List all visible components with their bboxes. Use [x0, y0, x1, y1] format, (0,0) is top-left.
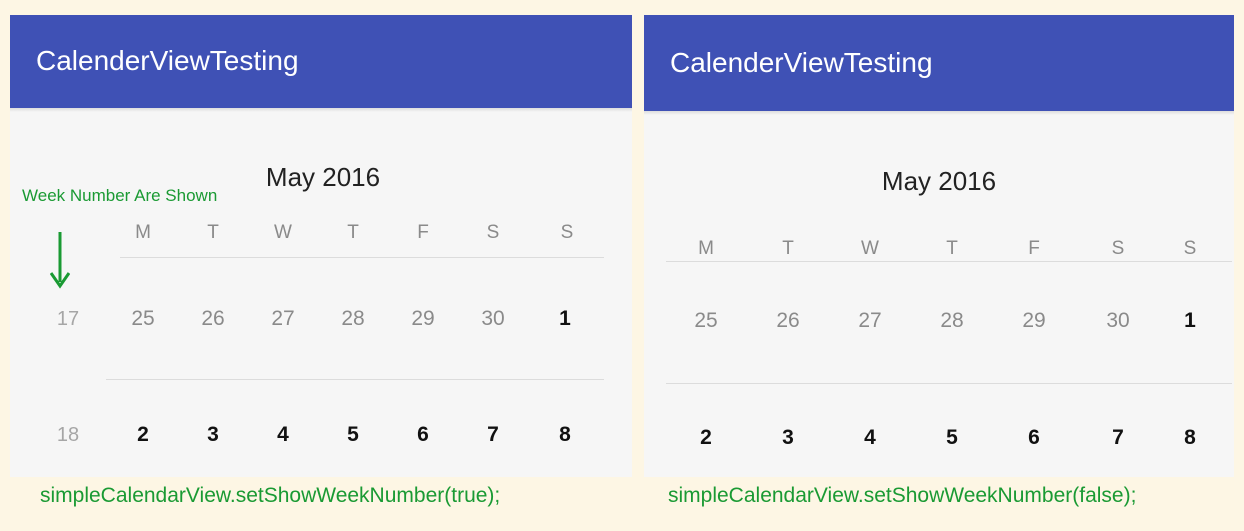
app-bar: CalenderViewTesting	[10, 15, 632, 112]
weekday-header: T	[946, 238, 958, 259]
weekday-header: S	[486, 222, 500, 243]
calendar-day[interactable]: 2	[123, 423, 163, 447]
app-title: CalenderViewTesting	[670, 47, 933, 78]
calendar-day[interactable]: 8	[545, 423, 585, 447]
calendar-day[interactable]: 1	[1170, 309, 1210, 333]
weekday-header: F	[417, 222, 429, 243]
weekday-header: S	[1111, 238, 1125, 259]
calendar-day[interactable]: 7	[473, 423, 513, 447]
weekday-header: W	[861, 238, 879, 259]
calendar-panel-week-numbers-shown: CalenderViewTesting May 2016 M T W T F S…	[10, 15, 632, 477]
calendar-day[interactable]: 5	[932, 426, 972, 450]
week-number-annotation: Week Number Are Shown	[22, 186, 218, 205]
calendar-day[interactable]: 6	[403, 423, 443, 447]
app-title: CalenderViewTesting	[36, 45, 299, 76]
weekday-header: M	[135, 222, 151, 243]
weekday-header: S	[560, 222, 574, 243]
calendar-day[interactable]: 29	[1014, 309, 1054, 333]
weekday-header: S	[1183, 238, 1197, 259]
weekday-header: T	[207, 222, 219, 243]
week-number: 17	[56, 308, 80, 330]
calendar-day[interactable]: 25	[686, 309, 726, 333]
week-divider	[106, 379, 604, 380]
calendar-day[interactable]: 8	[1170, 426, 1210, 450]
weekday-header: T	[347, 222, 359, 243]
calendar-day[interactable]: 28	[333, 307, 373, 331]
calendar-day[interactable]: 25	[123, 307, 163, 331]
calendar-day[interactable]: 6	[1014, 426, 1054, 450]
calendar-day[interactable]: 30	[473, 307, 513, 331]
calendar-day[interactable]: 2	[686, 426, 726, 450]
header-divider	[666, 261, 1232, 262]
calendar-day[interactable]: 5	[333, 423, 373, 447]
calendar-day[interactable]: 26	[193, 307, 233, 331]
calendar-panel-week-numbers-hidden: CalenderViewTesting May 2016 M T W T F S…	[644, 15, 1234, 477]
calendar-day[interactable]: 27	[263, 307, 303, 331]
weekday-header: F	[1028, 238, 1040, 259]
calendar-day[interactable]: 29	[403, 307, 443, 331]
calendar-day[interactable]: 1	[545, 307, 585, 331]
weekday-header: W	[274, 222, 292, 243]
month-title: May 2016	[881, 166, 997, 196]
weekday-header: M	[698, 238, 714, 259]
calendar-day[interactable]: 4	[263, 423, 303, 447]
app-bar: CalenderViewTesting	[644, 15, 1234, 115]
calendar-day[interactable]: 28	[932, 309, 972, 333]
weekday-header: T	[782, 238, 794, 259]
calendar-day[interactable]: 3	[768, 426, 808, 450]
calendar-day[interactable]: 3	[193, 423, 233, 447]
calendar-day[interactable]: 4	[850, 426, 890, 450]
code-caption-false: simpleCalendarView.setShowWeekNumber(fal…	[668, 484, 1137, 507]
code-caption-true: simpleCalendarView.setShowWeekNumber(tru…	[40, 484, 501, 507]
calendar-day[interactable]: 7	[1098, 426, 1138, 450]
header-divider	[120, 257, 604, 258]
calendar-day[interactable]: 27	[850, 309, 890, 333]
down-arrow-icon	[50, 232, 70, 289]
week-divider	[666, 383, 1232, 384]
calendar-day[interactable]: 26	[768, 309, 808, 333]
calendar-day[interactable]: 30	[1098, 309, 1138, 333]
week-number: 18	[56, 424, 80, 446]
